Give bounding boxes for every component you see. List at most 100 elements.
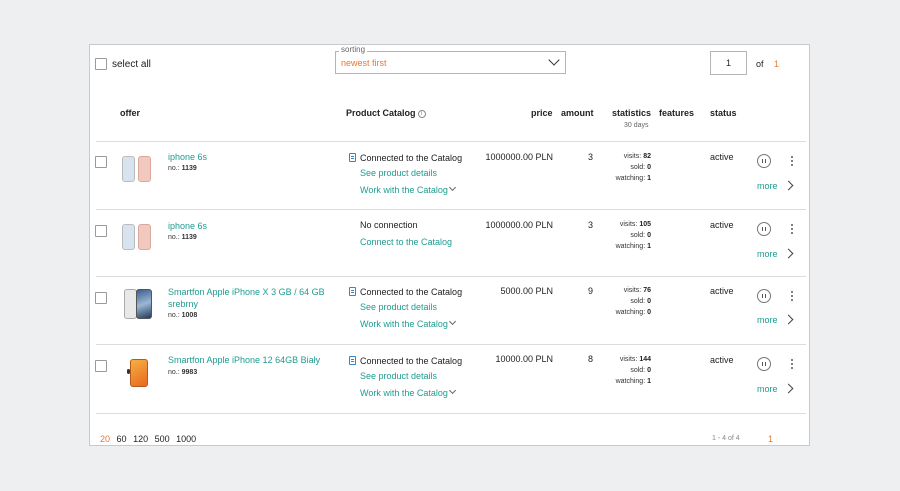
kebab-menu-icon[interactable]: [791, 359, 794, 371]
column-statistics: statistics: [612, 108, 652, 118]
connect-to-catalog-link[interactable]: Connect to the Catalog: [360, 237, 452, 247]
stat-sold: sold: 0: [630, 367, 651, 374]
price: 10000.00 PLN: [495, 354, 553, 364]
pause-icon[interactable]: [757, 289, 771, 303]
stat-sold-label: sold:: [630, 367, 646, 374]
work-with-catalog-link[interactable]: Work with the Catalog: [360, 388, 448, 398]
amount: 8: [588, 354, 594, 364]
column-product-catalog: Product Catalog i: [346, 108, 426, 118]
row-checkbox[interactable]: [95, 225, 107, 237]
column-price[interactable]: price: [531, 108, 553, 118]
select-all-checkbox[interactable]: [95, 58, 107, 70]
chevron-right-icon[interactable]: [783, 383, 794, 394]
offer-name-link[interactable]: iphone 6s: [168, 220, 328, 232]
status-label: active: [710, 220, 734, 230]
chevron-down-icon[interactable]: [448, 386, 457, 395]
offer-name-link[interactable]: Smartfon Apple iPhone X 3 GB / 64 GB sre…: [168, 286, 328, 310]
column-product-catalog-label: Product Catalog: [346, 108, 416, 118]
offer-number: no.: 9983: [168, 369, 197, 376]
chevron-down-icon[interactable]: [448, 317, 457, 326]
current-page[interactable]: 1: [768, 434, 773, 444]
sorting-value: newest first: [341, 58, 387, 68]
column-offer: offer: [120, 108, 140, 118]
chevron-right-icon[interactable]: [783, 314, 794, 325]
column-features: features: [659, 108, 695, 118]
stat-visits-label: visits:: [623, 287, 642, 294]
work-with-catalog-link[interactable]: Work with the Catalog: [360, 319, 448, 329]
more-link[interactable]: more: [757, 181, 778, 191]
sorting-legend: sorting: [339, 45, 368, 55]
stat-watching-label: watching:: [615, 175, 646, 182]
page-size-option[interactable]: 20: [100, 434, 110, 444]
column-status: status: [710, 108, 737, 118]
stat-sold-label: sold:: [630, 232, 646, 239]
iphone-12-orange-icon[interactable]: [126, 357, 160, 391]
status-label: active: [710, 355, 734, 365]
page-number-input[interactable]: 1: [710, 51, 747, 75]
chevron-right-icon[interactable]: [783, 180, 794, 191]
stat-sold-value: 0: [647, 367, 651, 374]
see-product-details-link[interactable]: See product details: [360, 168, 437, 178]
offer-number-value: 1139: [181, 165, 197, 172]
kebab-menu-icon[interactable]: [791, 224, 794, 236]
pause-icon[interactable]: [757, 357, 771, 371]
page-size-option[interactable]: 1000: [176, 434, 196, 444]
catalog-icon: [349, 356, 356, 365]
row-checkbox[interactable]: [95, 156, 107, 168]
results-range: 1 - 4 of 4: [712, 435, 740, 442]
stat-watching-value: 1: [647, 243, 651, 250]
stat-watching-label: watching:: [615, 309, 646, 316]
see-product-details-link[interactable]: See product details: [360, 302, 437, 312]
stat-visits: visits: 105: [620, 221, 651, 228]
amount: 3: [588, 220, 594, 230]
stat-watching: watching: 1: [616, 243, 651, 250]
catalog-status: No connection: [360, 220, 418, 230]
catalog-icon: [349, 153, 356, 162]
kebab-menu-icon[interactable]: [791, 156, 794, 168]
amount: 9: [588, 286, 594, 296]
stat-watching-value: 1: [647, 378, 651, 385]
iphone-6s-rose-gold-icon[interactable]: [120, 154, 154, 188]
select-all-label[interactable]: select all: [112, 59, 151, 70]
stat-watching: watching: 1: [616, 378, 651, 385]
info-icon[interactable]: i: [417, 109, 426, 118]
stat-visits-value: 105: [639, 221, 651, 228]
chevron-down-icon[interactable]: [448, 183, 457, 192]
page-size-option[interactable]: 500: [155, 434, 170, 444]
offer-number: no.: 1139: [168, 165, 197, 172]
more-link[interactable]: more: [757, 249, 778, 259]
stat-sold-value: 0: [647, 164, 651, 171]
more-link[interactable]: more: [757, 384, 778, 394]
divider: [96, 276, 806, 277]
iphone-6s-rose-gold-icon[interactable]: [120, 222, 154, 256]
catalog-icon: [349, 287, 356, 296]
pause-icon[interactable]: [757, 222, 771, 236]
iphone-x-silver-icon[interactable]: [122, 287, 156, 321]
amount: 3: [588, 152, 594, 162]
work-with-catalog-link[interactable]: Work with the Catalog: [360, 185, 448, 195]
offer-name-link[interactable]: Smartfon Apple iPhone 12 64GB Biały: [168, 354, 328, 366]
pause-icon[interactable]: [757, 154, 771, 168]
chevron-right-icon[interactable]: [783, 248, 794, 259]
stat-watching-value: 1: [647, 175, 651, 182]
stat-watching: watching: 0: [616, 309, 651, 316]
see-product-details-link[interactable]: See product details: [360, 371, 437, 381]
page-size-option[interactable]: 120: [133, 434, 148, 444]
offer-name-link[interactable]: iphone 6s: [168, 151, 328, 163]
row-checkbox[interactable]: [95, 292, 107, 304]
stat-watching-label: watching:: [615, 243, 646, 250]
column-amount[interactable]: amount: [561, 108, 594, 118]
stat-visits: visits: 144: [620, 356, 651, 363]
more-link[interactable]: more: [757, 315, 778, 325]
kebab-menu-icon[interactable]: [791, 291, 794, 303]
stat-visits: visits: 76: [624, 287, 651, 294]
stat-visits-label: visits:: [619, 356, 638, 363]
catalog-status: Connected to the Catalog: [360, 356, 463, 366]
price: 1000000.00 PLN: [485, 152, 553, 162]
offer-number: no.: 1008: [168, 312, 197, 319]
page-size-option[interactable]: 60: [117, 434, 127, 444]
catalog-status: Connected to the Catalog: [360, 287, 463, 297]
offer-number-label: no.:: [168, 234, 180, 241]
row-checkbox[interactable]: [95, 360, 107, 372]
stat-visits-value: 82: [643, 153, 651, 160]
